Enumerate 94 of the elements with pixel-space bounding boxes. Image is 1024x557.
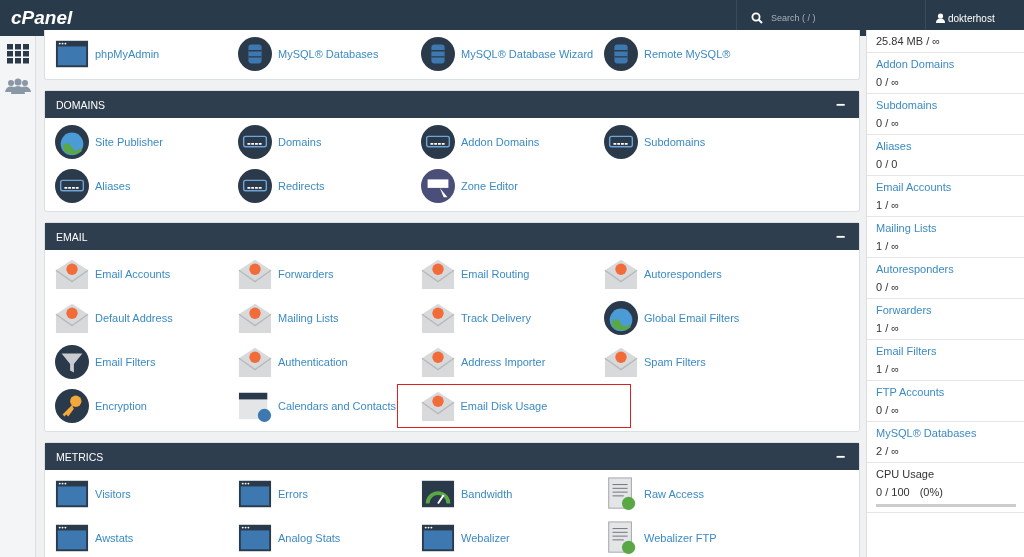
database-icon: [238, 37, 272, 71]
stat-link[interactable]: Forwarders: [876, 304, 1024, 316]
envelope-icon: [604, 345, 638, 379]
stat-link[interactable]: Autoresponders: [876, 263, 1024, 275]
tool-link[interactable]: Analog Stats: [228, 516, 411, 557]
collapse-toggle[interactable]: −: [835, 227, 845, 246]
tool-link[interactable]: Raw Access: [594, 472, 777, 516]
stat-value: 1 / ∞: [876, 240, 900, 252]
tool-link[interactable]: Domains: [228, 120, 411, 164]
section-title: METRICS: [56, 450, 104, 463]
stat-link[interactable]: MySQL® Databases: [876, 427, 1024, 439]
tool-link[interactable]: Email Filters: [45, 340, 228, 384]
funnel-icon: [55, 345, 89, 379]
key-icon: [55, 389, 89, 423]
user-icon: [936, 13, 945, 23]
tool-link[interactable]: MySQL® Databases: [228, 32, 411, 76]
database-icon: [421, 37, 455, 71]
stat-value: 0 / 0: [876, 158, 898, 170]
tool-link[interactable]: Track Delivery: [411, 296, 594, 340]
envelope-icon: [55, 257, 89, 291]
collapse-toggle[interactable]: −: [835, 447, 845, 466]
database-icon: [604, 37, 638, 71]
stat-value: 0 / ∞: [876, 404, 900, 416]
stat-label: CPU Usage: [876, 468, 936, 480]
stat-value: 2 / ∞: [876, 445, 900, 457]
tool-link[interactable]: Webalizer: [411, 516, 594, 557]
tool-link[interactable]: Site Publisher: [45, 120, 228, 164]
cpanel-logo[interactable]: cPanel: [11, 7, 73, 29]
envelope-icon: [55, 301, 89, 335]
stat-value: 0 / ∞: [876, 76, 900, 88]
tool-link[interactable]: Default Address: [45, 296, 228, 340]
tool-link[interactable]: Addon Domains: [411, 120, 594, 164]
envelope-icon: [421, 257, 455, 291]
domain-icon: [55, 169, 89, 203]
tool-link[interactable]: Autoresponders: [594, 252, 777, 296]
envelope-icon: [420, 389, 455, 423]
envelope-icon: [421, 345, 455, 379]
envelope-icon: [238, 257, 272, 291]
envelope-icon: [421, 301, 455, 335]
tool-link[interactable]: Encryption: [45, 384, 228, 428]
stat-link[interactable]: Email Filters: [876, 345, 1024, 357]
stat-value: 0 / ∞: [876, 117, 900, 129]
tool-link[interactable]: Authentication: [228, 340, 411, 384]
domain-icon: [604, 125, 638, 159]
stat-value: 0 / ∞: [876, 281, 900, 293]
domain-icon: [421, 125, 455, 159]
tool-link[interactable]: MySQL® Database Wizard: [411, 32, 594, 76]
tool-link[interactable]: Email Routing: [411, 252, 594, 296]
tool-link[interactable]: Aliases: [45, 164, 228, 208]
tool-link[interactable]: Redirects: [228, 164, 411, 208]
section-title: DOMAINS: [56, 98, 105, 111]
username-link[interactable]: dokterhost: [948, 12, 995, 24]
domain-icon: [238, 125, 272, 159]
tool-link[interactable]: Webalizer FTP: [594, 516, 777, 557]
collapse-toggle[interactable]: −: [835, 95, 845, 114]
tool-link[interactable]: Zone Editor: [411, 164, 594, 208]
stat-percent: (0%): [919, 486, 943, 498]
tool-link[interactable]: Address Importer: [411, 340, 594, 384]
stat-value: 1 / ∞: [876, 199, 900, 211]
tool-link[interactable]: Remote MySQL®: [594, 32, 777, 76]
domain-icon: [238, 169, 272, 203]
stat-value: 1 / ∞: [876, 363, 900, 375]
stat-link[interactable]: Addon Domains: [876, 58, 1024, 70]
stat-link[interactable]: Mailing Lists: [876, 222, 1024, 234]
stat-link[interactable]: Email Accounts: [876, 181, 1024, 193]
tool-link[interactable]: phpMyAdmin: [45, 32, 228, 76]
tool-link[interactable]: Visitors: [45, 472, 228, 516]
stat-value: 25.84 MB / ∞: [876, 35, 941, 47]
stat-value: 1 / ∞: [876, 322, 900, 334]
tool-link[interactable]: Awstats: [45, 516, 228, 557]
search-icon: [751, 12, 763, 24]
tool-link[interactable]: Spam Filters: [594, 340, 777, 384]
tool-link[interactable]: Mailing Lists: [228, 296, 411, 340]
grid-icon[interactable]: [6, 44, 29, 64]
stat-link[interactable]: Aliases: [876, 140, 1024, 152]
tool-link[interactable]: Forwarders: [228, 252, 411, 296]
search-field[interactable]: Search ( / ): [769, 12, 893, 24]
envelope-icon: [238, 345, 272, 379]
globe-icon: [604, 301, 638, 335]
section-title: EMAIL: [56, 230, 88, 243]
tool-link[interactable]: Errors: [228, 472, 411, 516]
stat-link[interactable]: FTP Accounts: [876, 386, 1024, 398]
tool-link[interactable]: Global Email Filters: [594, 296, 777, 340]
stat-link[interactable]: Subdomains: [876, 99, 1024, 111]
tool-link[interactable]: Email Accounts: [45, 252, 228, 296]
envelope-icon: [604, 257, 638, 291]
cursor-badge-icon: [421, 169, 455, 203]
stat-value: 0 / 100: [876, 486, 910, 498]
envelope-icon: [238, 301, 272, 335]
users-icon[interactable]: [4, 78, 31, 94]
tool-link[interactable]: Subdomains: [594, 120, 777, 164]
tool-link[interactable]: Email Disk Usage: [397, 384, 631, 428]
globe-icon: [55, 125, 89, 159]
tool-link[interactable]: Bandwidth: [411, 472, 594, 516]
